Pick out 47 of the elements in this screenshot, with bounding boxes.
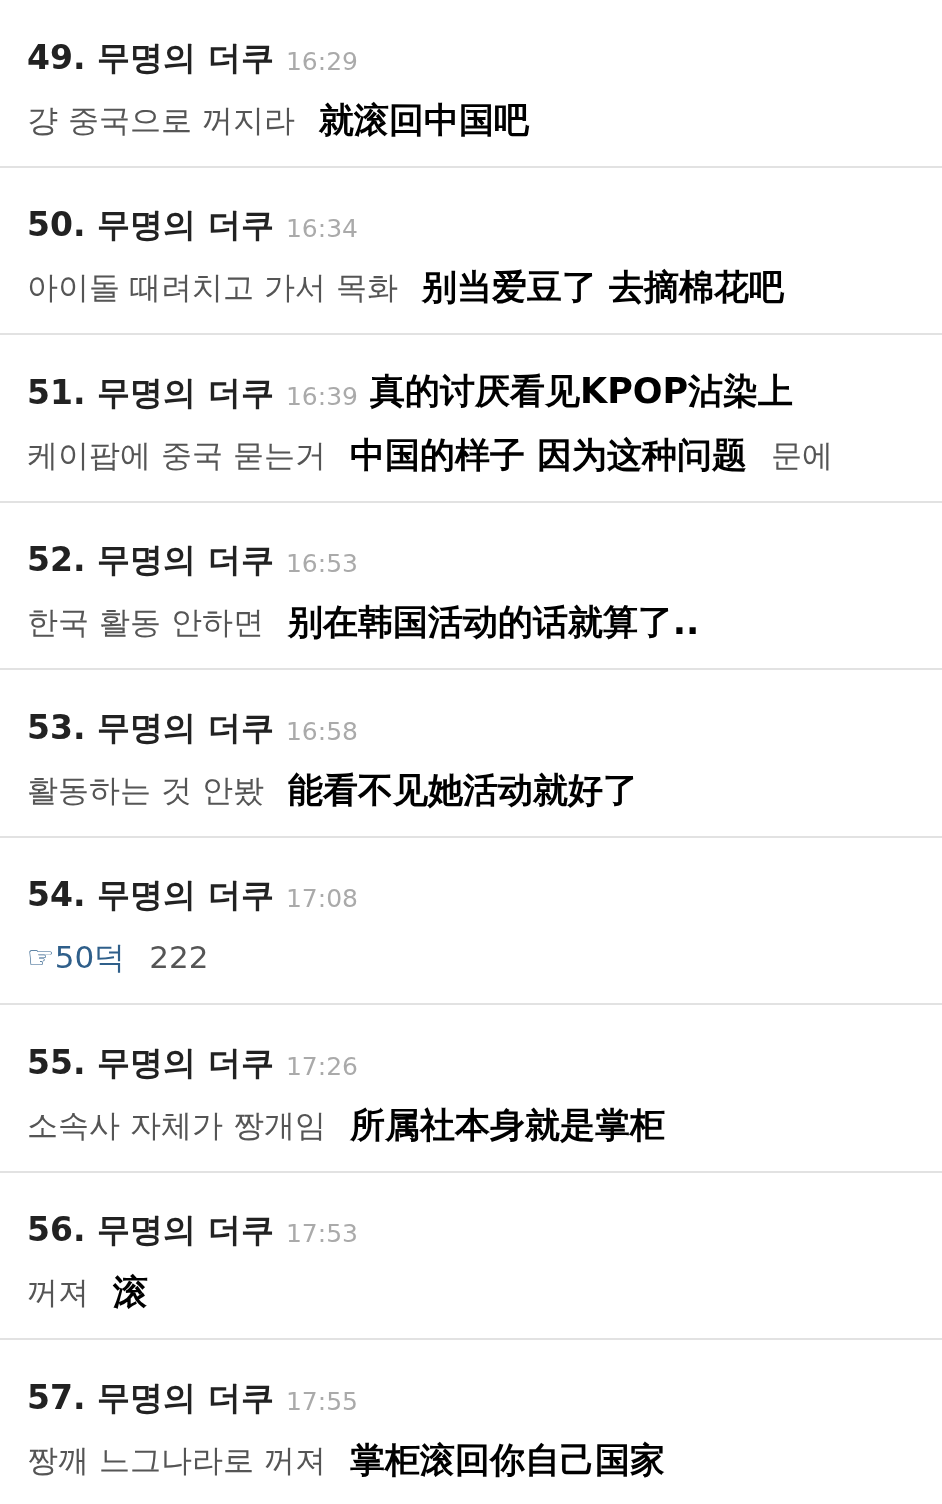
translation-text: 滚 bbox=[113, 1271, 148, 1315]
translation-text: 别当爱豆了 去摘棉花吧 bbox=[421, 266, 784, 310]
comment-time: 16:53 bbox=[285, 548, 358, 580]
comment-time: 17:08 bbox=[285, 883, 358, 915]
comment-text: 활동하는 것 안봤 bbox=[27, 770, 264, 810]
comment-number: 51. bbox=[27, 371, 86, 414]
comment-text: 케이팝에 중국 묻는거 bbox=[27, 435, 326, 475]
translation-text: 所属社本身就是掌柜 bbox=[349, 1103, 665, 1147]
translation-text: 中国的样子 因为这种问题 bbox=[349, 433, 747, 477]
comment-number: 49. bbox=[27, 36, 86, 79]
author-name: 무명의 더쿠 bbox=[97, 371, 274, 414]
comment-number: 57. bbox=[27, 1376, 86, 1419]
comment-time: 17:53 bbox=[285, 1218, 358, 1250]
translation-text: 真的讨厌看见KPOP沾染上 bbox=[370, 369, 794, 413]
author-name: 무명의 더쿠 bbox=[97, 706, 274, 749]
comment-time: 16:34 bbox=[285, 213, 358, 245]
comment-time: 16:39 bbox=[285, 380, 358, 413]
comment-number: 52. bbox=[27, 539, 86, 581]
comment-text: 아이돌 때려치고 가서 목화 bbox=[27, 268, 398, 308]
comment-text: 소속사 자체가 짱개임 bbox=[27, 1105, 326, 1145]
comment-text: 걍 중국으로 꺼지라 bbox=[27, 100, 295, 140]
author-name: 무명의 더쿠 bbox=[97, 204, 274, 246]
author-name: 무명의 더쿠 bbox=[97, 36, 274, 79]
translation-text: 掌柜滚回你自己国家 bbox=[349, 1438, 665, 1482]
comment-number: 56. bbox=[27, 1209, 86, 1251]
comment-number: 53. bbox=[27, 706, 86, 749]
comment-text: 꺼져 bbox=[27, 1273, 89, 1313]
author-name: 무명의 더쿠 bbox=[97, 1376, 274, 1419]
author-name: 무명의 더쿠 bbox=[97, 874, 274, 916]
author-name: 무명의 더쿠 bbox=[97, 539, 274, 581]
comment-time: 16:58 bbox=[285, 715, 358, 748]
comment-text: 문에 bbox=[770, 435, 833, 475]
comment-time: 17:26 bbox=[285, 1050, 358, 1083]
author-name: 무명의 더쿠 bbox=[97, 1209, 274, 1251]
comment-text: 한국 활동 안하면 bbox=[27, 603, 264, 643]
comment-text: 짱깨 느그나라로 꺼져 bbox=[27, 1440, 326, 1480]
reply-link[interactable]: ☞50덕 bbox=[27, 934, 126, 981]
comment-number: 50. bbox=[27, 204, 86, 246]
comment-text: 222 bbox=[149, 938, 209, 978]
translation-text: 别在韩国活动的话就算了.. bbox=[287, 601, 700, 645]
comment-number: 55. bbox=[27, 1041, 86, 1084]
author-name: 무명의 더쿠 bbox=[97, 1041, 274, 1084]
translation-text: 就滚回中国吧 bbox=[318, 98, 529, 142]
comment-number: 54. bbox=[27, 874, 86, 916]
comment-time: 16:29 bbox=[285, 45, 358, 78]
translation-text: 能看不见她活动就好了 bbox=[287, 768, 638, 812]
comment-time: 17:55 bbox=[285, 1385, 358, 1418]
